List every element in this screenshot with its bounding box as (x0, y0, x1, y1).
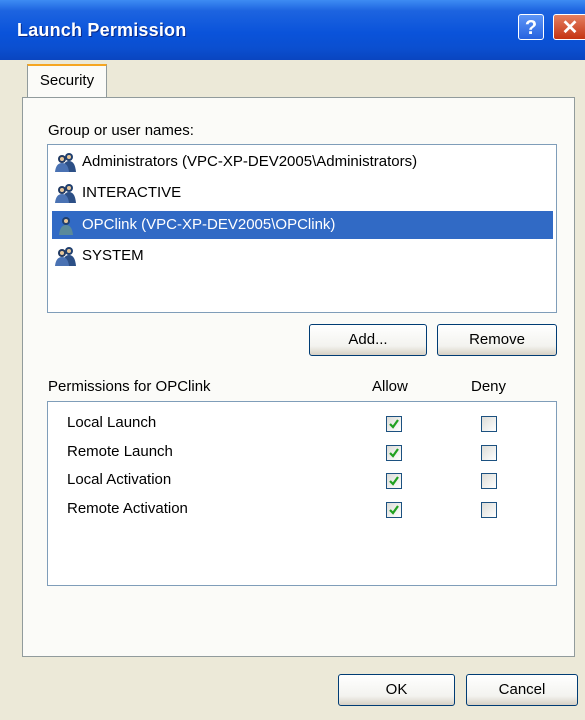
check-icon (389, 505, 399, 515)
permission-name-local-activation: Local Activation (67, 471, 172, 488)
list-item-label: Administrators (VPC-XP-DEV2005\Administr… (82, 153, 418, 170)
title-bar[interactable]: Launch Permission ? ✕ (0, 0, 585, 60)
permission-name-remote-launch: Remote Launch (67, 443, 173, 460)
permission-name-remote-activation: Remote Activation (67, 500, 188, 517)
remove-button[interactable]: Remove (437, 324, 557, 356)
allow-remote-activation-checkbox[interactable] (386, 502, 402, 518)
list-item-interactive[interactable]: INTERACTIVE (52, 179, 553, 207)
list-item-label: INTERACTIVE (82, 184, 182, 201)
list-item-label: OPClink (VPC-XP-DEV2005\OPClink) (82, 216, 336, 233)
list-item-opclink[interactable]: OPClink (VPC-XP-DEV2005\OPClink) (52, 211, 553, 239)
allow-column-header: Allow (372, 378, 408, 395)
group-or-user-names-label: Group or user names: (48, 122, 194, 139)
help-button[interactable]: ? (518, 14, 544, 40)
user-icon (55, 215, 77, 235)
user-group-icon (55, 246, 77, 266)
allow-local-activation-checkbox[interactable] (386, 473, 402, 489)
check-icon (389, 448, 399, 458)
add-button[interactable]: Add... (309, 324, 427, 356)
allow-local-launch-checkbox[interactable] (386, 416, 402, 432)
deny-column-header: Deny (471, 378, 507, 395)
list-item-label: SYSTEM (82, 247, 144, 264)
list-item-administrators[interactable]: Administrators (VPC-XP-DEV2005\Administr… (52, 148, 553, 176)
check-icon (389, 419, 399, 429)
close-icon: ✕ (561, 17, 579, 39)
permission-name-local-launch: Local Launch (67, 414, 157, 431)
cancel-button[interactable]: Cancel (466, 674, 578, 706)
deny-remote-activation-checkbox[interactable] (481, 502, 497, 518)
launch-permission-dialog: Launch Permission ? ✕ Security Group or … (0, 0, 585, 720)
group-user-listbox[interactable]: Administrators (VPC-XP-DEV2005\Administr… (47, 144, 557, 313)
allow-remote-launch-checkbox[interactable] (386, 445, 402, 461)
close-button[interactable]: ✕ (553, 14, 585, 40)
window-title: Launch Permission (17, 20, 187, 40)
deny-local-activation-checkbox[interactable] (481, 473, 497, 489)
help-icon: ? (524, 17, 538, 39)
user-group-icon (55, 152, 77, 172)
list-item-system[interactable]: SYSTEM (52, 242, 553, 270)
deny-remote-launch-checkbox[interactable] (481, 445, 497, 461)
tab-security[interactable]: Security (27, 64, 107, 98)
ok-button[interactable]: OK (338, 674, 455, 706)
check-icon (389, 476, 399, 486)
user-group-icon (55, 183, 77, 203)
deny-local-launch-checkbox[interactable] (481, 416, 497, 432)
permissions-label: Permissions for OPClink (48, 378, 211, 395)
